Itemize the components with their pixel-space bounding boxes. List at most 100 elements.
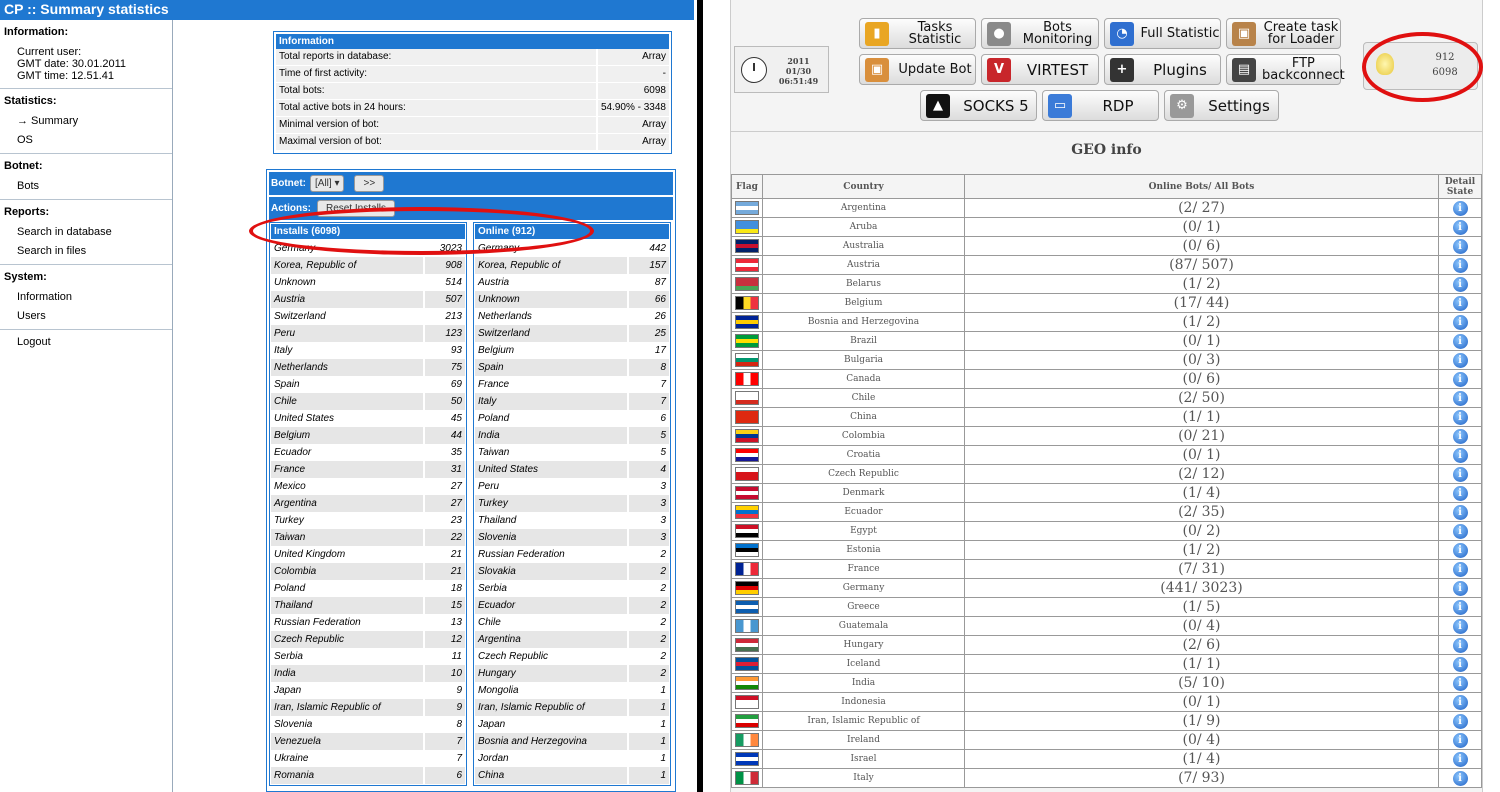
country-row[interactable]: Russian Federation 2: [475, 546, 669, 563]
country-row[interactable]: United States 4: [475, 461, 669, 478]
country-row[interactable]: Iran, Islamic Republic of 9: [271, 699, 465, 716]
country-row[interactable]: Slovenia 8: [271, 716, 465, 733]
country-row[interactable]: Mongolia 1: [475, 682, 669, 699]
country-row[interactable]: Ecuador 2: [475, 597, 669, 614]
country-row[interactable]: Italy 7: [475, 393, 669, 410]
country-row[interactable]: Russian Federation 13: [271, 614, 465, 631]
info-icon[interactable]: i: [1452, 770, 1468, 786]
info-icon[interactable]: i: [1452, 542, 1468, 558]
info-icon[interactable]: i: [1452, 523, 1468, 539]
sidebar-item-search-files[interactable]: Search in files: [0, 239, 172, 258]
country-row[interactable]: India 10: [271, 665, 465, 682]
country-row[interactable]: Venezuela 7: [271, 733, 465, 750]
country-row[interactable]: Turkey 3: [475, 495, 669, 512]
sidebar-item-logout[interactable]: Logout: [0, 330, 172, 349]
country-row[interactable]: Korea, Republic of 908: [271, 257, 465, 274]
country-row[interactable]: Unknown 66: [475, 291, 669, 308]
sidebar-item-os[interactable]: OS: [0, 128, 172, 147]
country-row[interactable]: China 1: [475, 767, 669, 784]
country-row[interactable]: Korea, Republic of 157: [475, 257, 669, 274]
country-row[interactable]: Taiwan 5: [475, 444, 669, 461]
country-row[interactable]: Japan 9: [271, 682, 465, 699]
info-icon[interactable]: i: [1452, 466, 1468, 482]
info-icon[interactable]: i: [1452, 352, 1468, 368]
info-icon[interactable]: i: [1452, 238, 1468, 254]
country-row[interactable]: Slovenia 3: [475, 529, 669, 546]
country-row[interactable]: Italy 93: [271, 342, 465, 359]
info-icon[interactable]: i: [1452, 504, 1468, 520]
info-icon[interactable]: i: [1452, 447, 1468, 463]
country-row[interactable]: Netherlands 26: [475, 308, 669, 325]
info-icon[interactable]: i: [1452, 428, 1468, 444]
info-icon[interactable]: i: [1452, 485, 1468, 501]
country-row[interactable]: Taiwan 22: [271, 529, 465, 546]
country-row[interactable]: Bosnia and Herzegovina 1: [475, 733, 669, 750]
country-row[interactable]: Switzerland 25: [475, 325, 669, 342]
toolbar-button-virtest[interactable]: V VIRTEST: [981, 54, 1099, 85]
info-icon[interactable]: i: [1452, 561, 1468, 577]
country-row[interactable]: Ukraine 7: [271, 750, 465, 767]
country-row[interactable]: Mexico 27: [271, 478, 465, 495]
info-icon[interactable]: i: [1452, 637, 1468, 653]
toolbar-button-socks-5[interactable]: ▲ SOCKS 5: [920, 90, 1037, 121]
info-icon[interactable]: i: [1452, 200, 1468, 216]
country-row[interactable]: Peru 3: [475, 478, 669, 495]
country-row[interactable]: Poland 18: [271, 580, 465, 597]
toolbar-button-settings[interactable]: ⚙ Settings: [1164, 90, 1279, 121]
country-row[interactable]: Turkey 23: [271, 512, 465, 529]
info-icon[interactable]: i: [1452, 371, 1468, 387]
sidebar-item-bots[interactable]: Bots: [0, 172, 172, 193]
info-icon[interactable]: i: [1452, 219, 1468, 235]
sidebar-item-users[interactable]: Users: [0, 304, 172, 323]
info-icon[interactable]: i: [1452, 694, 1468, 710]
country-row[interactable]: Peru 123: [271, 325, 465, 342]
info-icon[interactable]: i: [1452, 580, 1468, 596]
info-icon[interactable]: i: [1452, 732, 1468, 748]
country-row[interactable]: Argentina 2: [475, 631, 669, 648]
country-row[interactable]: Austria 507: [271, 291, 465, 308]
sidebar-item-search-database[interactable]: Search in database: [0, 218, 172, 239]
info-icon[interactable]: i: [1452, 314, 1468, 330]
country-row[interactable]: Serbia 11: [271, 648, 465, 665]
toolbar-button-full-statistic[interactable]: ◔ Full Statistic: [1104, 18, 1221, 49]
country-row[interactable]: Colombia 21: [271, 563, 465, 580]
country-row[interactable]: Slovakia 2: [475, 563, 669, 580]
country-row[interactable]: Argentina 27: [271, 495, 465, 512]
country-row[interactable]: Romania 6: [271, 767, 465, 784]
info-icon[interactable]: i: [1452, 390, 1468, 406]
country-row[interactable]: Chile 50: [271, 393, 465, 410]
country-row[interactable]: United Kingdom 21: [271, 546, 465, 563]
country-row[interactable]: Poland 6: [475, 410, 669, 427]
toolbar-button-bots-monitoring[interactable]: ● Bots Monitoring: [981, 18, 1099, 49]
country-row[interactable]: Czech Republic 12: [271, 631, 465, 648]
country-row[interactable]: Chile 2: [475, 614, 669, 631]
info-icon[interactable]: i: [1452, 751, 1468, 767]
country-row[interactable]: India 5: [475, 427, 669, 444]
country-row[interactable]: Switzerland 213: [271, 308, 465, 325]
country-row[interactable]: Serbia 2: [475, 580, 669, 597]
country-row[interactable]: Japan 1: [475, 716, 669, 733]
country-row[interactable]: Spain 69: [271, 376, 465, 393]
toolbar-button-create-task-for-loader[interactable]: ▣ Create task for Loader: [1226, 18, 1341, 49]
country-row[interactable]: Thailand 3: [475, 512, 669, 529]
toolbar-button-plugins[interactable]: + Plugins: [1104, 54, 1221, 85]
country-row[interactable]: Hungary 2: [475, 665, 669, 682]
country-row[interactable]: Iran, Islamic Republic of 1: [475, 699, 669, 716]
sidebar-item-information[interactable]: Information: [0, 283, 172, 304]
country-row[interactable]: Spain 8: [475, 359, 669, 376]
info-icon[interactable]: i: [1452, 656, 1468, 672]
country-row[interactable]: Austria 87: [475, 274, 669, 291]
info-icon[interactable]: i: [1452, 599, 1468, 615]
info-icon[interactable]: i: [1452, 675, 1468, 691]
toolbar-button-ftp-backconnect[interactable]: ▤ FTP backconnect: [1226, 54, 1345, 85]
country-row[interactable]: Ecuador 35: [271, 444, 465, 461]
botnet-select[interactable]: [All] ▾: [310, 175, 345, 192]
country-row[interactable]: Belgium 44: [271, 427, 465, 444]
info-icon[interactable]: i: [1452, 333, 1468, 349]
country-row[interactable]: Jordan 1: [475, 750, 669, 767]
country-row[interactable]: France 7: [475, 376, 669, 393]
info-icon[interactable]: i: [1452, 257, 1468, 273]
go-button[interactable]: >>: [354, 175, 385, 192]
info-icon[interactable]: i: [1452, 713, 1468, 729]
info-icon[interactable]: i: [1452, 295, 1468, 311]
